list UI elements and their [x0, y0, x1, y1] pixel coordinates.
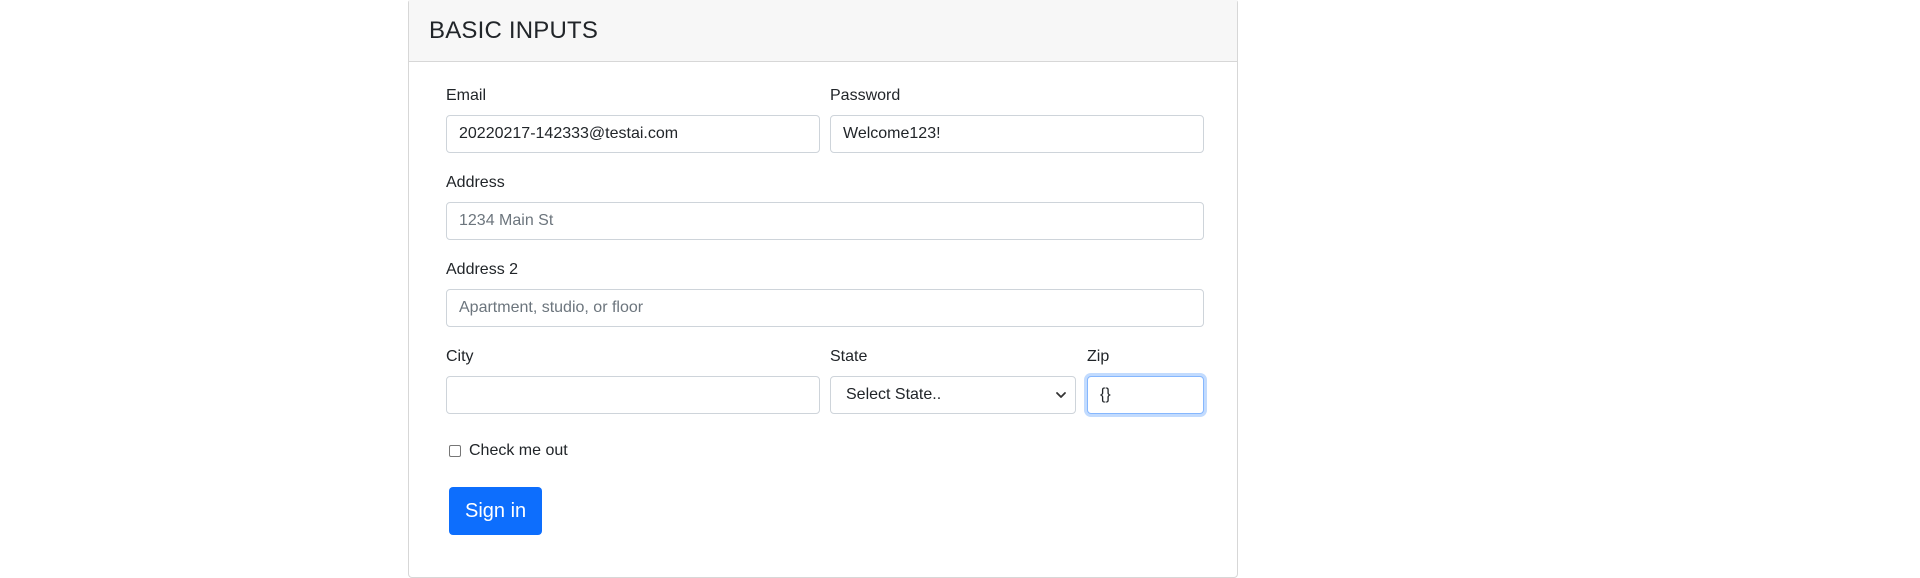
zip-input[interactable] [1087, 376, 1204, 414]
address2-label: Address 2 [446, 261, 519, 278]
card-title: BASIC INPUTS [429, 16, 599, 44]
address2-input[interactable] [446, 289, 1204, 327]
password-input[interactable] [830, 115, 1204, 153]
chevron-down-icon [1056, 392, 1066, 398]
sign-in-button[interactable]: Sign in [449, 487, 543, 535]
city-input[interactable] [446, 376, 820, 414]
email-label: Email [446, 87, 487, 104]
basic-inputs-card: BASIC INPUTS Email Password Address Addr… [408, 0, 1238, 578]
city-label: City [446, 348, 474, 365]
card-header: BASIC INPUTS [409, 0, 1237, 62]
email-input[interactable] [446, 115, 820, 153]
check-me-out-label: Check me out [469, 442, 568, 459]
state-select-value: Select State.. [846, 386, 942, 403]
password-label: Password [830, 87, 901, 104]
state-select[interactable]: Select State.. [830, 376, 1076, 414]
address-label: Address [446, 174, 505, 191]
zip-label: Zip [1087, 348, 1110, 365]
address-input[interactable] [446, 202, 1204, 240]
state-label: State [830, 348, 868, 365]
check-me-out-checkbox[interactable] [449, 445, 461, 457]
